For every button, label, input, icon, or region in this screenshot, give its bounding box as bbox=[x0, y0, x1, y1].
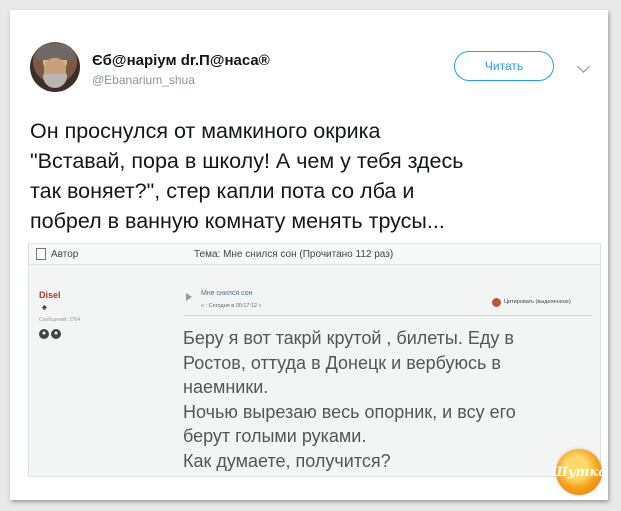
forum-post-date: « : Сегодня в 00:17:12 » bbox=[201, 303, 262, 309]
forum-author-label: Автор bbox=[51, 249, 79, 260]
forum-screenshot: Автор Тема: Мне снился сон (Прочитано 11… bbox=[28, 243, 601, 477]
message-icon: ● bbox=[51, 329, 61, 339]
avatar-beard bbox=[43, 74, 67, 88]
post-arrow-icon bbox=[186, 293, 192, 301]
forum-header: Автор Тема: Мне снился сон (Прочитано 11… bbox=[29, 244, 600, 265]
tweet-card: Єб@наріум dr.П@наса® @Ebanarium_shua Чит… bbox=[10, 10, 608, 500]
spade-icon: ♠ bbox=[42, 302, 47, 312]
chevron-down-icon[interactable] bbox=[577, 60, 590, 73]
follow-button[interactable]: Читать bbox=[454, 51, 554, 81]
document-icon bbox=[36, 248, 46, 260]
quote-button: Цитировать (выделенное) bbox=[504, 299, 571, 305]
profile-icon: ● bbox=[39, 329, 49, 339]
forum-user-name: Disel bbox=[39, 290, 61, 300]
watermark-logo: Шутка bbox=[551, 449, 607, 495]
post-divider bbox=[184, 315, 592, 316]
author-name[interactable]: Єб@наріум dr.П@наса® bbox=[92, 52, 270, 69]
forum-topic-label: Тема: Мне снился сон (Прочитано 112 раз) bbox=[194, 249, 394, 260]
forum-message-count: Сообщений: 2764 bbox=[39, 317, 81, 323]
avatar[interactable] bbox=[30, 42, 80, 92]
forum-post-body: Беру я вот такрй крутой , билеты. Еду в … bbox=[183, 328, 516, 471]
forum-post-title: Мне снился сон bbox=[201, 290, 253, 297]
tweet-text: Он проснулся от мамкиного окрика "Встава… bbox=[30, 119, 464, 233]
quote-icon bbox=[492, 298, 501, 307]
author-handle[interactable]: @Ebanarium_shua bbox=[92, 73, 195, 87]
